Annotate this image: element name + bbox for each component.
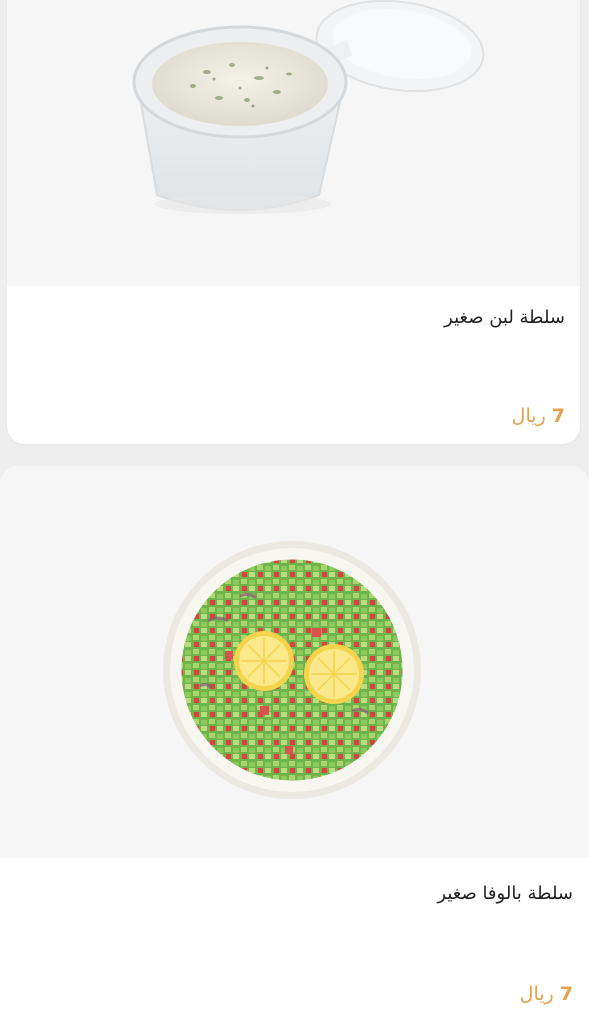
product-card[interactable]: سلطة لبن صغير 7 ريال <box>7 0 580 444</box>
price-currency: ريال <box>511 405 546 427</box>
price-currency: ريال <box>519 983 554 1005</box>
product-image-area <box>0 466 589 858</box>
product-image-area <box>7 0 580 286</box>
product-title: سلطة لبن صغير <box>444 307 565 328</box>
product-title: سلطة بالوفا صغير <box>437 883 573 904</box>
price-amount: 7 <box>559 983 573 1005</box>
product-price: 7 ريال <box>512 405 565 427</box>
laban-salad-cup-image <box>132 0 485 214</box>
balofa-salad-bowl-image <box>163 541 421 799</box>
price-amount: 7 <box>551 405 565 427</box>
product-card[interactable]: سلطة بالوفا صغير 7 ريال <box>0 466 589 1024</box>
menu-page: سلطة لبن صغير 7 ريال سلطة بالوفا صغير 7 … <box>0 0 589 1024</box>
product-price: 7 ريال <box>520 983 573 1005</box>
